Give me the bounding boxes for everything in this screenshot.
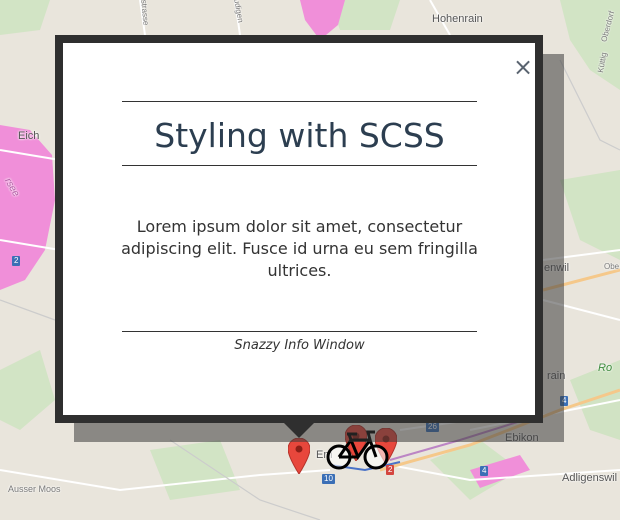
footer-rule bbox=[122, 331, 477, 332]
map-label-obe: Obe bbox=[604, 262, 620, 271]
road-shield-10: 10 bbox=[322, 474, 335, 484]
title-rule-bottom bbox=[122, 165, 477, 166]
road-shield-4-south: 4 bbox=[480, 466, 489, 476]
title-rule-top bbox=[122, 101, 477, 102]
map-label-ausser-moos: Ausser Moos bbox=[8, 484, 61, 494]
info-window-body: Lorem ipsum dolor sit amet, consectetur … bbox=[121, 217, 478, 280]
info-window-pointer bbox=[284, 423, 314, 438]
map-label-eich: Eich bbox=[18, 130, 40, 142]
map-label-ro: Ro bbox=[598, 362, 613, 374]
close-icon[interactable]: × bbox=[513, 55, 533, 79]
info-window-title: Styling with SCSS bbox=[154, 116, 445, 155]
map-marker-icon[interactable] bbox=[288, 438, 310, 474]
info-window-footer: Snazzy Info Window bbox=[234, 338, 365, 353]
road-shield-2-west: 2 bbox=[12, 256, 21, 266]
info-window: × Styling with SCSS Lorem ipsum dolor si… bbox=[55, 35, 543, 423]
map-label-hohenrain: Hohenrain bbox=[432, 13, 483, 25]
map-label-adligenswil: Adligenswil bbox=[562, 472, 618, 484]
